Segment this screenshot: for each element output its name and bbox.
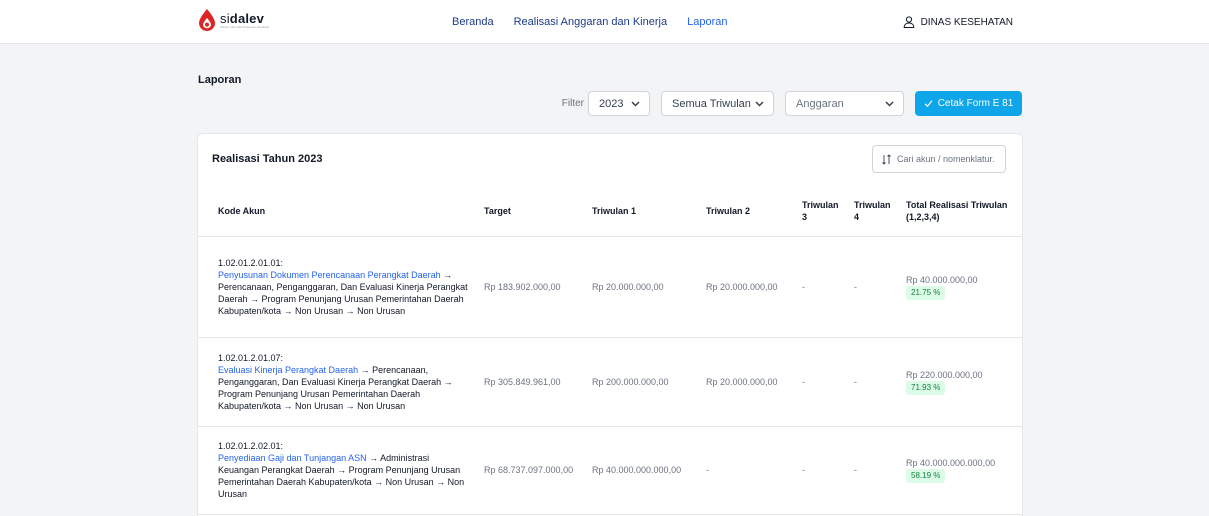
- triwulan-select-value: Semua Triwulan: [672, 97, 751, 110]
- column-header-tw1[interactable]: Triwulan 1: [586, 186, 700, 237]
- chevron-down-icon: [755, 100, 764, 107]
- nav-realisasi[interactable]: Realisasi Anggaran dan Kinerja: [514, 16, 668, 28]
- account-link[interactable]: Penyediaan Gaji dan Tunjangan ASN: [218, 453, 367, 463]
- column-header-tw3[interactable]: Triwulan 3: [796, 186, 848, 237]
- print-form-button[interactable]: Cetak Form E 81: [915, 91, 1022, 116]
- total-cell: Rp 220.000.000,00 71.93 %: [900, 337, 1022, 427]
- tw2-cell: Rp 20.000.000,00: [700, 236, 796, 338]
- column-header-target[interactable]: Target: [478, 186, 586, 237]
- account-link[interactable]: Penyusunan Dokumen Perencanaan Perangkat…: [218, 270, 441, 280]
- percent-badge: 58.19 %: [906, 469, 946, 483]
- check-icon: [924, 100, 933, 108]
- logo-drop-icon: [199, 9, 215, 31]
- column-header-tw2[interactable]: Triwulan 2: [700, 186, 796, 237]
- tw3-cell: -: [796, 236, 848, 338]
- tw1-cell: Rp 200.000.000,00: [586, 337, 700, 427]
- account-search-input[interactable]: Cari akun / nomenklatur.: [872, 145, 1006, 173]
- realisasi-card: Realisasi Tahun 2023 Cari akun / nomenkl…: [197, 133, 1023, 516]
- column-header-tw4[interactable]: Triwulan 4: [848, 186, 900, 237]
- column-header-total[interactable]: Total Realisasi Triwulan (1,2,3,4): [900, 186, 1022, 237]
- tw4-cell: -: [848, 426, 900, 515]
- anggaran-select[interactable]: Anggaran: [785, 91, 904, 116]
- table-row: 1.02.01.2.01.01: Penyusunan Dokumen Pere…: [198, 236, 1022, 338]
- percent-badge: 21.75 %: [906, 285, 946, 300]
- anggaran-select-placeholder: Anggaran: [796, 97, 844, 110]
- nav-laporan[interactable]: Laporan: [687, 16, 727, 28]
- target-cell: Rp 305.849.961,00: [478, 337, 586, 427]
- kode-akun-cell: 1.02.01.2.01.07: Evaluasi Kinerja Perang…: [198, 337, 478, 427]
- filter-label: Filter: [561, 98, 584, 109]
- tw1-cell: Rp 20.000.000,00: [586, 236, 700, 338]
- tw3-cell: -: [796, 337, 848, 427]
- total-value: Rp 40.000.000,00: [906, 274, 978, 285]
- tw4-cell: -: [848, 337, 900, 427]
- user-name: DINAS KESEHATAN: [920, 16, 1013, 28]
- table-row: 1.02.01.2.02.01: Penyediaan Gaji dan Tun…: [198, 426, 1022, 515]
- print-form-label: Cetak Form E 81: [937, 98, 1014, 109]
- realisasi-table: Kode Akun Target Triwulan 1 Triwulan 2 T…: [198, 186, 1022, 515]
- triwulan-select[interactable]: Semua Triwulan: [661, 91, 774, 116]
- chevron-down-icon: [631, 100, 640, 107]
- kode-akun-cell: 1.02.01.2.01.01: Penyusunan Dokumen Pere…: [198, 236, 478, 338]
- tw4-cell: -: [848, 236, 900, 338]
- tw1-cell: Rp 40.000.000.000,00: [586, 426, 700, 515]
- total-cell: Rp 40.000.000.000,00 58.19 %: [900, 426, 1022, 515]
- card-title: Realisasi Tahun 2023: [212, 153, 323, 165]
- percent-badge: 71.93 %: [906, 380, 946, 395]
- brand-name: sidalev: [220, 10, 265, 26]
- kode-akun-cell: 1.02.01.2.02.01: Penyediaan Gaji dan Tun…: [198, 426, 478, 515]
- total-value: Rp 220.000.000,00: [906, 369, 983, 380]
- brand-logo[interactable]: sidalev Sistem Informasi Pelaporan Evalu…: [198, 9, 269, 31]
- year-select[interactable]: 2023: [588, 91, 650, 116]
- table-row: 1.02.01.2.01.07: Evaluasi Kinerja Perang…: [198, 337, 1022, 427]
- top-navbar: sidalev Sistem Informasi Pelaporan Evalu…: [0, 0, 1209, 44]
- account-code: 1.02.01.2.01.01:: [218, 257, 284, 268]
- account-link[interactable]: Evaluasi Kinerja Perangkat Daerah: [218, 365, 358, 375]
- user-icon: [903, 16, 914, 28]
- table-header-row: Kode Akun Target Triwulan 1 Triwulan 2 T…: [198, 186, 1022, 237]
- user-menu[interactable]: DINAS KESEHATAN: [903, 0, 1013, 44]
- page-title: Laporan: [198, 74, 242, 86]
- main-nav: Beranda Realisasi Anggaran dan Kinerja L…: [452, 0, 727, 44]
- year-select-value: 2023: [599, 97, 624, 110]
- nav-beranda[interactable]: Beranda: [452, 16, 494, 28]
- target-cell: Rp 183.902.000,00: [478, 236, 586, 338]
- total-value: Rp 40.000.000.000,00: [906, 458, 996, 468]
- chevron-down-icon: [885, 100, 894, 107]
- tw2-cell: Rp 20.000.000,00: [700, 337, 796, 427]
- filter-bar: Filter 2023 Semua Triwulan Anggaran Ceta…: [562, 91, 1022, 116]
- search-placeholder: Cari akun / nomenklatur.: [897, 154, 995, 164]
- column-header-kode[interactable]: Kode Akun: [198, 186, 478, 237]
- tw2-cell: -: [700, 426, 796, 515]
- total-cell: Rp 40.000.000,00 21.75 %: [900, 236, 1022, 338]
- tw3-cell: -: [796, 426, 848, 515]
- search-icon: [882, 153, 891, 165]
- account-code: 1.02.01.2.01.07:: [218, 352, 284, 363]
- account-code: 1.02.01.2.02.01:: [218, 441, 284, 451]
- brand-tagline: Sistem Informasi Pelaporan Evaluasi: [220, 24, 270, 29]
- target-cell: Rp 68.737.097.000,00: [478, 426, 586, 515]
